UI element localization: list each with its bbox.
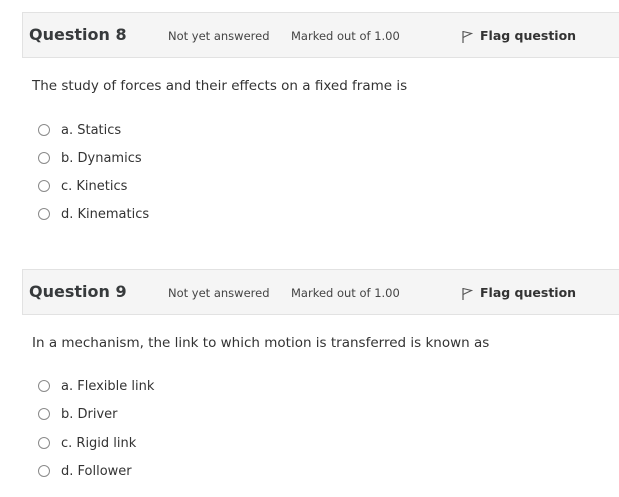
answer-label: a. Statics xyxy=(61,122,122,138)
radio-button[interactable] xyxy=(38,152,50,164)
question-mark: Marked out of 1.00 xyxy=(291,29,400,43)
answer-label: c. Rigid link xyxy=(61,435,137,451)
question-title: Question 8 xyxy=(29,25,127,44)
question-9-text: In a mechanism, the link to which motion… xyxy=(32,335,490,351)
radio-button[interactable] xyxy=(38,124,50,136)
radio-button[interactable] xyxy=(38,408,50,420)
flag-icon xyxy=(462,30,473,43)
answer-label: d. Follower xyxy=(61,463,132,479)
flag-question-label: Flag question xyxy=(480,284,577,300)
radio-button[interactable] xyxy=(38,208,50,220)
radio-button[interactable] xyxy=(38,380,50,392)
flag-question-button[interactable]: Flag question xyxy=(461,27,576,43)
radio-button[interactable] xyxy=(38,465,50,477)
answer-option-8c[interactable]: c. Kinetics xyxy=(38,176,127,196)
question-9-header: Question 9 Not yet answered Marked out o… xyxy=(22,269,619,315)
question-8-text: The study of forces and their effects on… xyxy=(32,78,408,94)
answer-label: a. Flexible link xyxy=(61,378,155,394)
flag-question-button[interactable]: Flag question xyxy=(461,284,576,300)
answer-label: b. Dynamics xyxy=(61,150,142,166)
question-8-header: Question 8 Not yet answered Marked out o… xyxy=(22,12,619,58)
answer-option-9d[interactable]: d. Follower xyxy=(38,461,132,481)
question-title: Question 9 xyxy=(29,282,127,301)
answer-label: b. Driver xyxy=(61,406,118,422)
answer-option-8b[interactable]: b. Dynamics xyxy=(38,148,142,168)
flag-icon xyxy=(462,287,473,300)
answer-option-9b[interactable]: b. Driver xyxy=(38,404,118,424)
radio-button[interactable] xyxy=(38,180,50,192)
radio-button[interactable] xyxy=(38,437,50,449)
flag-question-label: Flag question xyxy=(480,27,577,43)
question-state: Not yet answered xyxy=(168,29,270,43)
question-state: Not yet answered xyxy=(168,286,270,300)
answer-option-9c[interactable]: c. Rigid link xyxy=(38,433,136,453)
question-mark: Marked out of 1.00 xyxy=(291,286,400,300)
answer-label: c. Kinetics xyxy=(61,178,128,194)
answer-option-8d[interactable]: d. Kinematics xyxy=(38,204,149,224)
answer-option-8a[interactable]: a. Statics xyxy=(38,120,121,140)
quiz-page: Question 8 Not yet answered Marked out o… xyxy=(0,0,619,497)
answer-label: d. Kinematics xyxy=(61,206,150,222)
answer-option-9a[interactable]: a. Flexible link xyxy=(38,376,154,396)
